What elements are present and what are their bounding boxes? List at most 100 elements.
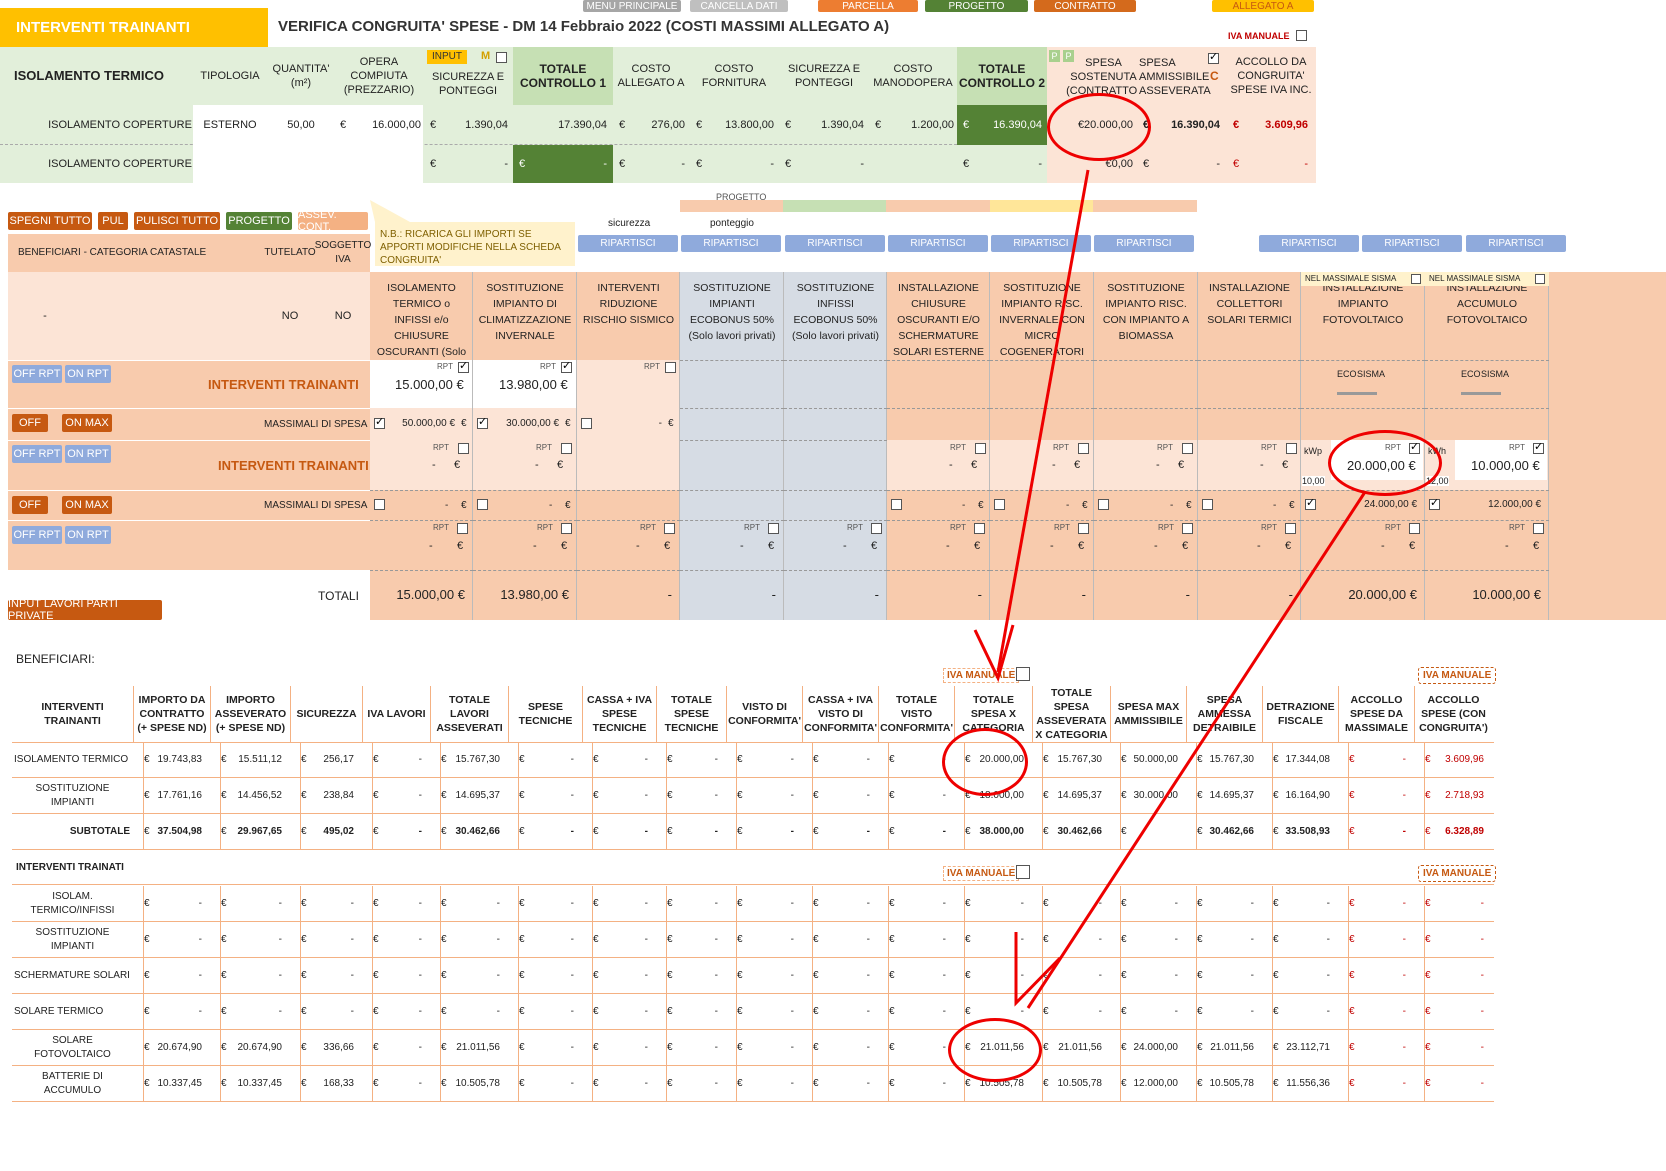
- iva-manuale-checkbox-1[interactable]: [1016, 667, 1030, 681]
- on-rpt-button-1[interactable]: ON RPT: [65, 365, 111, 383]
- contratto-button[interactable]: CONTRATTO: [1034, 0, 1136, 12]
- allegato-a-button[interactable]: ALLEGATO A: [1212, 0, 1314, 12]
- rpt-checkbox-r2-2[interactable]: [561, 443, 572, 454]
- eco-sisma-slider[interactable]: [1461, 392, 1501, 395]
- trainati-row-6-c11: -: [942, 1078, 946, 1089]
- max2-eur: €: [978, 500, 984, 511]
- rpt-checkbox-r3-10[interactable]: [1409, 523, 1420, 534]
- off-rpt-button-1[interactable]: OFF RPT: [12, 365, 62, 383]
- rpt-checkbox-r3-4[interactable]: [768, 523, 779, 534]
- totale-7: -: [1081, 587, 1086, 602]
- assev-cont-button[interactable]: ASSEV. CONT.: [298, 209, 368, 233]
- rpt-label: RPT: [537, 523, 553, 532]
- on-max-button-2[interactable]: ON MAX: [62, 496, 112, 514]
- rpt-checkbox-r3-11[interactable]: [1533, 523, 1544, 534]
- trainati-row-6-c9: -: [790, 1078, 794, 1089]
- max2-checkbox-10[interactable]: [1305, 496, 1316, 510]
- max2-checkbox-1[interactable]: [374, 499, 385, 510]
- trainati-row-6-c5: 10.505,78: [455, 1078, 501, 1089]
- max2-checkbox-6[interactable]: [891, 499, 902, 510]
- on-rpt-button-3[interactable]: ON RPT: [65, 526, 111, 544]
- page-title: VERIFICA CONGRUITA' SPESE - DM 14 Febbra…: [278, 18, 890, 35]
- max2-checkbox-2[interactable]: [477, 499, 488, 510]
- row1-sicurezza[interactable]: 1.390,04: [435, 105, 510, 145]
- parcella-button[interactable]: PARCELLA: [818, 0, 918, 12]
- iva-manuale-checkbox[interactable]: [1296, 30, 1307, 41]
- row1-quantita[interactable]: 50,00: [267, 105, 335, 145]
- rpt-checkbox-r2-7[interactable]: [1078, 443, 1089, 454]
- rpt-checkbox-r3-5[interactable]: [871, 523, 882, 534]
- summary-row-2-c16: 16.164,90: [1285, 790, 1331, 801]
- r2-eur: €: [1074, 459, 1081, 471]
- nel-massimale-checkbox[interactable]: [1535, 274, 1545, 284]
- category-header-7: SOSTITUZIONE IMPIANTO RISC. INVERNALE CO…: [999, 282, 1085, 358]
- rpt-checkbox-r2-6[interactable]: [975, 443, 986, 454]
- r3-dash: -: [1505, 540, 1509, 552]
- rpt-checkbox-r1-1[interactable]: [458, 359, 469, 373]
- nel-massimale-checkbox[interactable]: [1411, 274, 1421, 284]
- m-checkbox[interactable]: [496, 52, 507, 63]
- menu-principale-button[interactable]: MENU PRINCIPALE: [583, 0, 681, 12]
- pulisci-tutto-button[interactable]: PULISCI TUTTO: [134, 212, 220, 230]
- rpt-checkbox-r2-1[interactable]: [458, 443, 469, 454]
- rpt-checkbox-r2-8[interactable]: [1182, 443, 1193, 454]
- rpt-checkbox-r3-7[interactable]: [1078, 523, 1089, 534]
- ripartisci-button-5[interactable]: RIPARTISCI: [991, 235, 1091, 252]
- row2-sicurezza[interactable]: -: [435, 145, 510, 183]
- rpt-checkbox-r1-3[interactable]: [665, 362, 676, 373]
- ripartisci-button-1[interactable]: RIPARTISCI: [578, 235, 678, 252]
- rpt-checkbox-r1-2[interactable]: [561, 359, 572, 373]
- max2-checkbox-11[interactable]: [1429, 496, 1440, 510]
- pul-button[interactable]: PUL: [98, 212, 128, 230]
- max2-checkbox-9[interactable]: [1202, 499, 1213, 510]
- row-sep: [370, 520, 473, 521]
- trainati-row-4-c1: -: [198, 1006, 202, 1017]
- ripartisci-button-7[interactable]: RIPARTISCI: [1259, 235, 1359, 252]
- off-rpt-button-3[interactable]: OFF RPT: [12, 526, 62, 544]
- rpt-checkbox-r3-8[interactable]: [1182, 523, 1193, 534]
- summary-row-2-c4: -: [418, 790, 422, 801]
- ripartisci-button-6[interactable]: RIPARTISCI: [1094, 235, 1194, 252]
- row1-tipologia[interactable]: ESTERNO: [193, 105, 267, 145]
- rpt-checkbox-r3-2[interactable]: [561, 523, 572, 534]
- max2-checkbox-7[interactable]: [994, 499, 1005, 510]
- max2-checkbox-8[interactable]: [1098, 499, 1109, 510]
- rpt-checkbox-r2-9[interactable]: [1286, 443, 1297, 454]
- on-rpt-button-2[interactable]: ON RPT: [65, 445, 111, 463]
- progetto-button[interactable]: PROGETTO: [226, 212, 292, 230]
- ripartisci-button-9[interactable]: RIPARTISCI: [1466, 235, 1566, 252]
- ripartisci-button-3[interactable]: RIPARTISCI: [785, 235, 885, 252]
- r2-value-11[interactable]: 10.000,00 €: [1471, 458, 1540, 473]
- cancella-dati-button[interactable]: CANCELLA DATI: [690, 0, 788, 12]
- ripartisci-button-8[interactable]: RIPARTISCI: [1362, 235, 1462, 252]
- progetto-top-button[interactable]: PROGETTO: [925, 0, 1028, 12]
- c-checkbox[interactable]: [1208, 50, 1219, 64]
- r3-eur: €: [768, 540, 775, 552]
- off-button-2[interactable]: OFF: [12, 496, 48, 514]
- off-button-1[interactable]: OFF: [12, 414, 48, 432]
- max1-checkbox-2[interactable]: [477, 415, 488, 429]
- iva-manuale-checkbox-3[interactable]: [1016, 865, 1030, 879]
- on-max-button-1[interactable]: ON MAX: [62, 414, 112, 432]
- row-sep: [887, 520, 990, 521]
- row-sep: [887, 408, 990, 409]
- ripartisci-button-4[interactable]: RIPARTISCI: [888, 235, 988, 252]
- eco-sisma-slider[interactable]: [1337, 392, 1377, 395]
- trainati-row-1-c12: -: [1020, 898, 1024, 909]
- rpt-checkbox-r3-9[interactable]: [1285, 523, 1296, 534]
- off-rpt-button-2[interactable]: OFF RPT: [12, 445, 62, 463]
- rpt-checkbox-r3-3[interactable]: [664, 523, 675, 534]
- input-lavori-parti-private-button[interactable]: INPUT LAVORI PARTI PRIVATE: [8, 598, 162, 622]
- row1-opera[interactable]: 16.000,00: [345, 105, 423, 145]
- row-sep: [680, 490, 784, 491]
- rpt-checkbox-r3-1[interactable]: [457, 523, 468, 534]
- ripartisci-button-2[interactable]: RIPARTISCI: [681, 235, 781, 252]
- spegni-tutto-button[interactable]: SPEGNI TUTTO: [8, 212, 92, 230]
- r2-dash: -: [1052, 459, 1056, 471]
- row-sep: [1198, 490, 1301, 491]
- rpt-checkbox-r3-6[interactable]: [974, 523, 985, 534]
- rpt-checkbox-r2-11[interactable]: [1533, 440, 1544, 454]
- max1-checkbox-1[interactable]: [374, 415, 385, 429]
- summary-row-2-c2: 14.456,52: [237, 790, 283, 801]
- max1-checkbox-3[interactable]: [581, 418, 592, 429]
